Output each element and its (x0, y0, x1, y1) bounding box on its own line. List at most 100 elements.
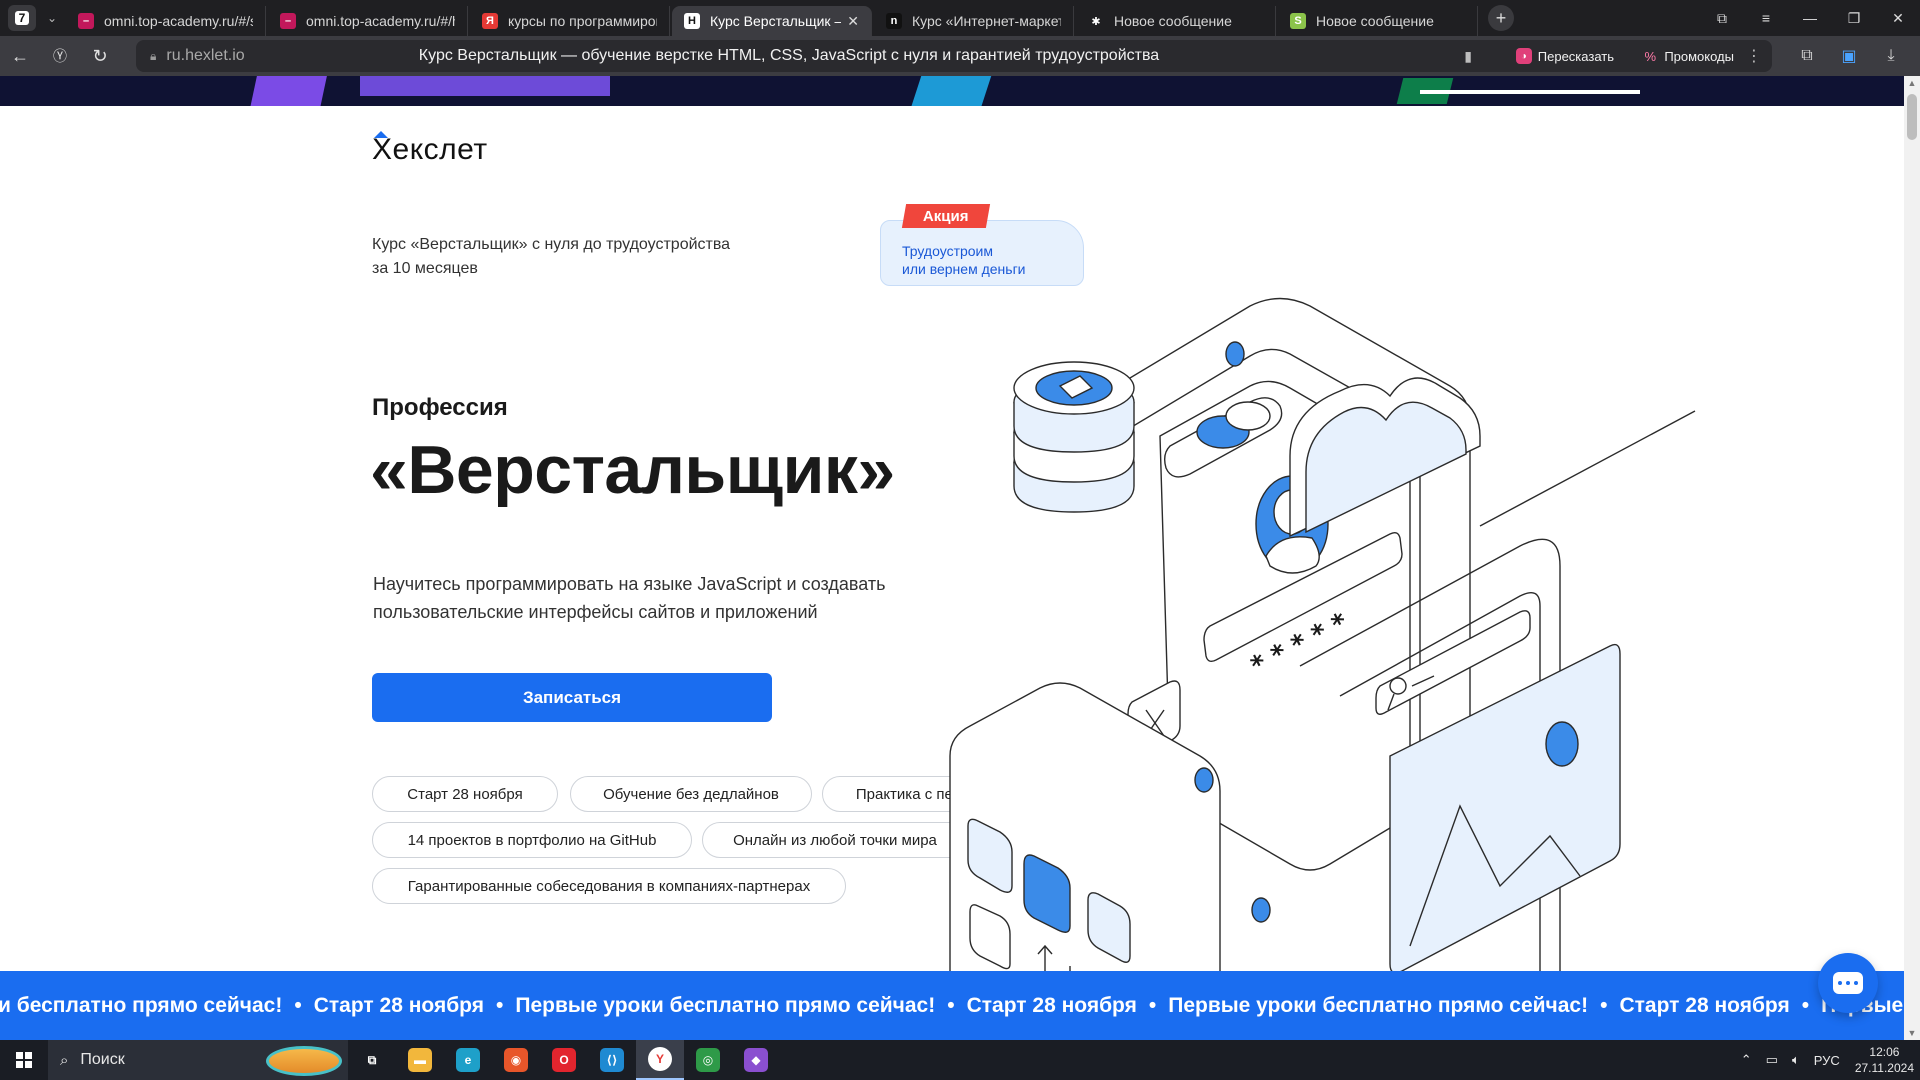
browser-tab[interactable]: Якурсы по программиров (470, 6, 670, 36)
toolbar-right-icons: ⧉ ▣ ⤓ (1786, 36, 1912, 76)
yandex-home-icon[interactable]: Ⓨ (40, 36, 80, 76)
close-tab-icon[interactable]: ✕ (847, 13, 859, 30)
retell-button[interactable]: ◑ Пересказать (1508, 44, 1622, 68)
hero-illustration: * * * * * (949, 297, 1696, 1036)
profile-icon[interactable]: ▣ (1828, 46, 1870, 66)
collections-icon[interactable]: ⧉ (1700, 10, 1744, 27)
tab-list-dropdown-icon[interactable]: ⌄ (40, 5, 64, 31)
ticker-item: Первые уроки бесплатно прямо сейчас! (1168, 993, 1589, 1017)
file-explorer-icon: ▬ (408, 1048, 432, 1072)
tab-favicon-icon: – (78, 13, 94, 29)
tab-title: курсы по программиров (508, 13, 657, 29)
ticker-item: и бесплатно прямо сейчас! (0, 993, 283, 1017)
downloads-icon[interactable]: ⤓ (1870, 47, 1912, 65)
ticker-separator: • (1801, 993, 1810, 1017)
address-field[interactable]: 🔒︎ ru.hexlet.io Курс Верстальщик — обуче… (136, 40, 1772, 72)
taskbar-app-yandex-browser[interactable]: Y (636, 1040, 684, 1080)
chip-projects: 14 проектов в портфолио на GitHub (372, 822, 692, 858)
clock-time: 12:06 (1869, 1045, 1900, 1059)
tab-title: omni.top-academy.ru/#/s (104, 13, 253, 29)
description-line-1: Научитесь программировать на языке JavaS… (373, 574, 886, 594)
task-view-icon: ⧉ (367, 1052, 377, 1067)
taskbar-app-task-view[interactable]: ⧉ (348, 1040, 396, 1080)
tab-title: Новое сообщение (1316, 13, 1434, 29)
ticker-item: Старт 28 ноября (1619, 993, 1790, 1017)
taskbar-app-vscode[interactable]: ⟨⟩ (588, 1040, 636, 1080)
start-button[interactable] (0, 1040, 48, 1080)
chip-no-deadlines: Обучение без дедлайнов (570, 776, 812, 812)
tab-count: 7 (14, 11, 30, 25)
tab-title: Курс «Интернет-маркето (912, 13, 1061, 29)
close-window-button[interactable]: ✕ (1876, 10, 1920, 27)
volume-icon[interactable]: 🔈︎ (1792, 1052, 1800, 1068)
ticker-separator: • (947, 993, 955, 1017)
tab-favicon-icon: n (886, 13, 902, 29)
search-highlight-image (266, 1046, 342, 1076)
percent-icon: % (1644, 48, 1657, 64)
page-title-in-address: Курс Верстальщик — обучение верстке HTML… (418, 47, 1160, 64)
chat-widget-button[interactable] (1818, 953, 1878, 1013)
ticker-item: Старт 28 ноября (313, 993, 484, 1017)
browser-tab[interactable]: – omni.top-academy.ru/#/h (268, 6, 468, 36)
tab-favicon-icon: ✱ (1091, 15, 1101, 28)
tab-counter-button[interactable]: 7 (8, 5, 36, 31)
announcement-ticker[interactable]: и бесплатно прямо сейчас! • Старт 28 ноябр… (0, 971, 1904, 1040)
ticker-item: Старт 28 ноября (966, 993, 1137, 1017)
tab-favicon-icon: S (1290, 13, 1306, 29)
taskbar-app-visual-studio[interactable]: ◆ (732, 1040, 780, 1080)
tab-title: Новое сообщение (1114, 13, 1232, 29)
restore-button[interactable]: ❐ (1832, 10, 1876, 27)
course-description: Научитесь программировать на языке JavaS… (373, 570, 953, 626)
show-hidden-icons[interactable]: ⌃ (1741, 1052, 1752, 1068)
taskbar-app-opera[interactable]: O (540, 1040, 588, 1080)
page-scrollbar[interactable]: ▲ ▼ (1904, 76, 1920, 1040)
minimize-button[interactable]: — (1788, 10, 1832, 26)
promocodes-label: Промокоды (1664, 48, 1734, 64)
vscode-icon: ⟨⟩ (600, 1048, 624, 1072)
subtitle-line-2: за 10 месяцев (372, 260, 478, 277)
window-controls: ⧉ ≡ — ❐ ✕ (1700, 0, 1920, 36)
scroll-down-icon[interactable]: ▼ (1904, 1028, 1920, 1038)
scrollbar-thumb[interactable] (1907, 94, 1917, 140)
windows-logo-icon (16, 1052, 32, 1068)
taskbar-search[interactable]: ⌕ Поиск (48, 1040, 348, 1080)
taskbar-app-firefox[interactable]: ◉ (492, 1040, 540, 1080)
browser-tab[interactable]: – omni.top-academy.ru/#/s (66, 6, 266, 36)
browser-tab[interactable]: ✱ Новое сообщение (1076, 6, 1276, 36)
scroll-up-icon[interactable]: ▲ (1904, 78, 1920, 88)
address-bar-row: ← Ⓨ ↻ 🔒︎ ru.hexlet.io Курс Верстальщик —… (0, 36, 1920, 76)
top-promo-banner[interactable] (0, 76, 1904, 106)
browser-tab[interactable]: S Новое сообщение (1278, 6, 1478, 36)
subtitle-line-1: Курс «Верстальщик» с нуля до трудоустрой… (372, 236, 731, 253)
clock[interactable]: 12:06 27.11.2024 (1855, 1044, 1914, 1076)
browser-tab-strip: 7 ⌄ – omni.top-academy.ru/#/s – omni.top-ac… (0, 0, 1920, 36)
tab-title: omni.top-academy.ru/#/h (306, 13, 455, 29)
ticker-separator: • (1148, 993, 1157, 1017)
windows-taskbar: ⌕ Поиск ⧉ ▬ e ◉ O ⟨⟩ Y ◎ ◆ ⌃ ▭ 🔈︎ РУС 12:06 27.1… (0, 1040, 1920, 1080)
hexlet-logo[interactable]: Хекслет (372, 133, 488, 167)
enroll-button[interactable]: Записаться (372, 673, 772, 722)
chrome-icon: ◎ (696, 1048, 720, 1072)
yandex-browser-icon: Y (648, 1047, 672, 1071)
promocodes-button[interactable]: % Промокоды (1634, 44, 1742, 68)
chip-interviews: Гарантированные собеседования в компания… (372, 868, 846, 904)
menu-icon[interactable]: ≡ (1744, 10, 1788, 26)
taskbar-app-edge[interactable]: e (444, 1040, 492, 1080)
new-tab-button[interactable]: + (1488, 5, 1514, 31)
profession-label: Профессия (372, 394, 508, 421)
language-indicator[interactable]: РУС (1814, 1053, 1840, 1068)
course-subtitle: Курс «Верстальщик» с нуля до трудоустрой… (372, 233, 792, 281)
promo-tag: Акция (901, 204, 991, 228)
reload-button[interactable]: ↻ (80, 36, 120, 76)
more-options-icon[interactable]: ⋮ (1746, 46, 1762, 66)
back-button[interactable]: ← (0, 36, 40, 76)
taskbar-app-file-explorer[interactable]: ▬ (396, 1040, 444, 1080)
network-icon[interactable]: ▭ (1766, 1052, 1778, 1068)
bookmark-icon[interactable]: ▮ (1464, 48, 1472, 65)
browser-tab[interactable]: H Курс Верстальщик — о ✕ (672, 6, 872, 36)
profession-title: «Верстальщик» (370, 432, 895, 508)
extensions-icon[interactable]: ⧉ (1786, 47, 1828, 65)
page-viewport: Хекслет Курс «Верстальщик» с нуля до тру… (0, 76, 1904, 1040)
taskbar-app-chrome[interactable]: ◎ (684, 1040, 732, 1080)
browser-tab[interactable]: n Курс «Интернет-маркето (874, 6, 1074, 36)
